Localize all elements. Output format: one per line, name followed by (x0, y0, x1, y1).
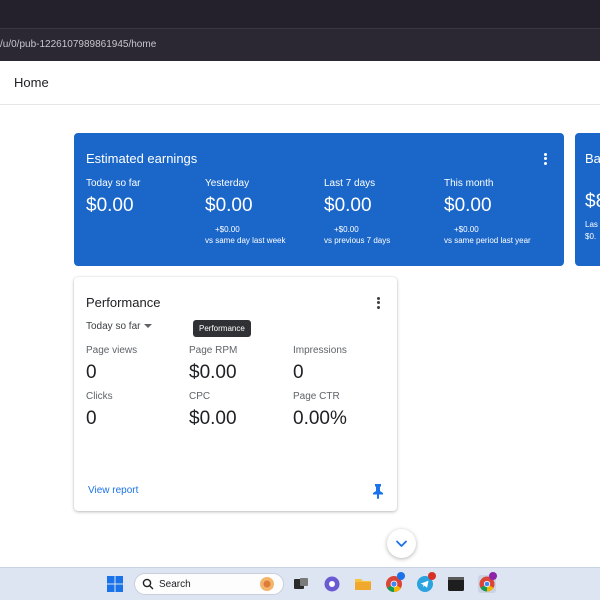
search-placeholder: Search (159, 579, 191, 590)
notification-badge (428, 572, 436, 580)
earnings-metric-today: Today so far $0.00 (86, 178, 204, 217)
balance-value: $8 (585, 191, 600, 212)
metric-label: This month (444, 178, 494, 189)
search-highlight-icon (260, 577, 274, 591)
metric-label: Impressions (293, 345, 347, 356)
main-content: Estimated earnings Today so far $0.00 Ye… (0, 105, 600, 567)
caret-down-icon (144, 324, 153, 329)
metric-comparison: vs same day last week (205, 236, 286, 245)
estimated-earnings-card: Estimated earnings Today so far $0.00 Ye… (74, 133, 564, 266)
metric-delta: +$0.00 (454, 225, 479, 234)
windows-start-icon[interactable] (106, 575, 124, 593)
earnings-card-title: Estimated earnings (86, 151, 198, 166)
perf-metric-page-ctr: Page CTR 0.00% (293, 391, 393, 430)
pin-icon[interactable] (371, 483, 385, 499)
perf-metric-clicks: Clicks 0 (86, 391, 186, 430)
chat-icon[interactable] (323, 575, 341, 593)
earnings-metric-last-7-days: Last 7 days $0.00 +$0.00 vs previous 7 d… (324, 178, 442, 245)
metric-delta: +$0.00 (334, 225, 359, 234)
performance-card-title: Performance (86, 295, 161, 310)
browser-tab-strip (0, 0, 600, 28)
metric-value: $0.00 (189, 408, 237, 429)
balance-subtext: Las (585, 220, 598, 229)
metric-label: Last 7 days (324, 178, 376, 189)
file-explorer-icon[interactable] (354, 575, 372, 593)
address-url[interactable]: /u/0/pub-1226107989861945/home (0, 39, 156, 50)
metric-value: $0.00 (86, 195, 134, 216)
metric-value: $0.00 (189, 362, 237, 383)
search-icon (142, 578, 154, 590)
metric-value: $0.00 (205, 195, 253, 216)
metric-label: CPC (189, 391, 211, 402)
metric-value: 0 (86, 408, 97, 429)
chevron-down-icon (396, 540, 407, 547)
earnings-metric-this-month: This month $0.00 +$0.00 vs same period l… (444, 178, 562, 245)
date-range-label: Today so far (86, 321, 141, 332)
browser-address-bar[interactable]: /u/0/pub-1226107989861945/home (0, 28, 600, 61)
page-title: Home (14, 75, 49, 90)
metric-value: 0 (293, 362, 304, 383)
metric-label: Yesterday (205, 178, 250, 189)
profile-badge (489, 572, 497, 580)
balance-subvalue: $0. (585, 232, 597, 241)
metric-label: Page RPM (189, 345, 238, 356)
perf-metric-page-views: Page views 0 (86, 345, 186, 384)
more-options-icon[interactable] (371, 295, 385, 311)
perf-metric-page-rpm: Page RPM $0.00 (189, 345, 289, 384)
taskbar: Search (0, 567, 600, 600)
metric-comparison: vs same period last year (444, 236, 531, 245)
metric-label: Page CTR (293, 391, 340, 402)
task-view-icon[interactable] (292, 575, 310, 593)
view-report-link[interactable]: View report (88, 485, 138, 496)
app-header: Home (0, 61, 600, 105)
scroll-down-button[interactable] (387, 529, 416, 558)
perf-metric-impressions: Impressions 0 (293, 345, 393, 384)
performance-card: Performance Today so far Performance Pag… (74, 277, 397, 511)
more-options-icon[interactable] (538, 151, 552, 167)
taskbar-search[interactable]: Search (134, 573, 284, 595)
terminal-icon[interactable] (447, 575, 465, 593)
tooltip: Performance (193, 320, 251, 337)
screen: /u/0/pub-1226107989861945/home Home Esti… (0, 0, 600, 600)
earnings-metric-yesterday: Yesterday $0.00 +$0.00 vs same day last … (205, 178, 323, 245)
perf-metric-cpc: CPC $0.00 (189, 391, 289, 430)
date-range-dropdown[interactable]: Today so far (86, 321, 153, 332)
metric-label: Clicks (86, 391, 113, 402)
notification-badge (397, 572, 405, 580)
metric-value: $0.00 (444, 195, 492, 216)
metric-label: Page views (86, 345, 138, 356)
balance-card: Ba $8 Las $0. (575, 133, 600, 266)
metric-value: $0.00 (324, 195, 372, 216)
balance-card-title: Ba (585, 151, 600, 166)
metric-value: 0 (86, 362, 97, 383)
metric-value: 0.00% (293, 408, 347, 429)
metric-label: Today so far (86, 178, 141, 189)
metric-comparison: vs previous 7 days (324, 236, 391, 245)
metric-delta: +$0.00 (215, 225, 240, 234)
